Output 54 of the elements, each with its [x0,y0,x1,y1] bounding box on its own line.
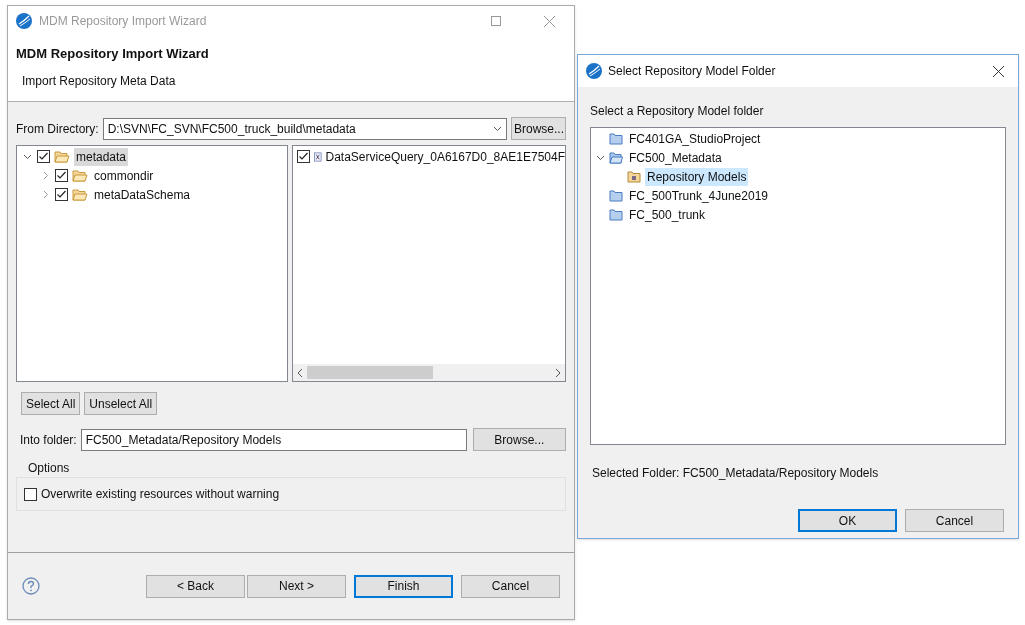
tree-item[interactable]: FC_500_trunk [627,205,708,224]
project-icon [609,208,623,221]
horizontal-scrollbar[interactable] [293,364,565,381]
checkbox[interactable] [297,150,310,163]
dialog-button[interactable]: Cancel [461,574,560,598]
tree-item[interactable]: metadata [74,147,129,166]
browse-button[interactable]: Browse... [511,117,566,140]
tree-item[interactable]: FC_500Trunk_4June2019 [627,186,770,205]
xml-file-icon [314,150,322,163]
dialog-button[interactable]: < Back [146,574,245,598]
tree-item[interactable]: Repository Models [645,167,749,186]
open-folder-icon [72,169,88,182]
field-label: Into folder: [20,431,77,449]
checkbox[interactable] [37,150,50,163]
open-folder-icon [72,188,88,201]
tree-item[interactable]: commondir [92,166,156,185]
tree-item[interactable]: metaDataSchema [92,185,193,204]
dialog-button[interactable]: Finish [354,574,453,598]
dialog-button[interactable]: Unselect All [84,392,158,415]
help-icon[interactable] [22,577,40,595]
app-logo-icon [586,63,602,79]
selected-folder-text: Selected Folder: FC500_Metadata/Repository Models [592,465,880,482]
dialog-button[interactable]: OK [798,509,897,532]
close-icon[interactable] [993,65,1004,77]
project-icon [609,189,623,202]
folder-field[interactable]: FC500_Metadata/Repository Models [80,428,467,451]
window-title: MDM Repository Import Wizard [39,13,208,30]
browse-button[interactable]: Browse... [472,428,566,451]
app-logo-icon [16,13,32,29]
checkbox[interactable] [24,487,37,501]
open-folder-icon [54,150,70,163]
list-item[interactable]: DataServiceQuery_0A6167D0_8AE1E7504F [325,147,565,166]
tree-item[interactable]: FC401GA_StudioProject [627,129,763,148]
collapse-chevron-icon[interactable] [22,152,32,161]
repository-folder-icon [627,170,641,183]
options-group-title: Options [28,460,71,477]
checkbox-label[interactable]: Overwrite existing resources without warning [41,485,280,503]
wizard-heading: MDM Repository Import Wizard [16,45,210,63]
open-project-icon [609,151,623,164]
collapse-chevron-icon[interactable] [595,153,605,162]
dropdown-chevron-icon [493,125,502,132]
dialog-button[interactable]: Select All [21,392,81,415]
dialog-button[interactable]: Next > [247,574,346,598]
directory-combo-box[interactable]: D:\SVN\FC_SVN\FC500_truck_build\metadata [102,117,507,140]
dialog-button[interactable]: Cancel [905,509,1004,532]
field-label: From Directory: [16,120,99,138]
window-title: Select Repository Model Folder [608,63,777,80]
maximize-icon[interactable] [491,16,501,26]
checkbox[interactable] [55,169,68,182]
wizard-subheading: Import Repository Meta Data [22,72,177,90]
dialog-prompt: Select a Repository Model folder [590,103,765,120]
project-icon [609,132,623,145]
checkbox[interactable] [55,188,68,201]
tree-item[interactable]: FC500_Metadata [627,148,724,167]
